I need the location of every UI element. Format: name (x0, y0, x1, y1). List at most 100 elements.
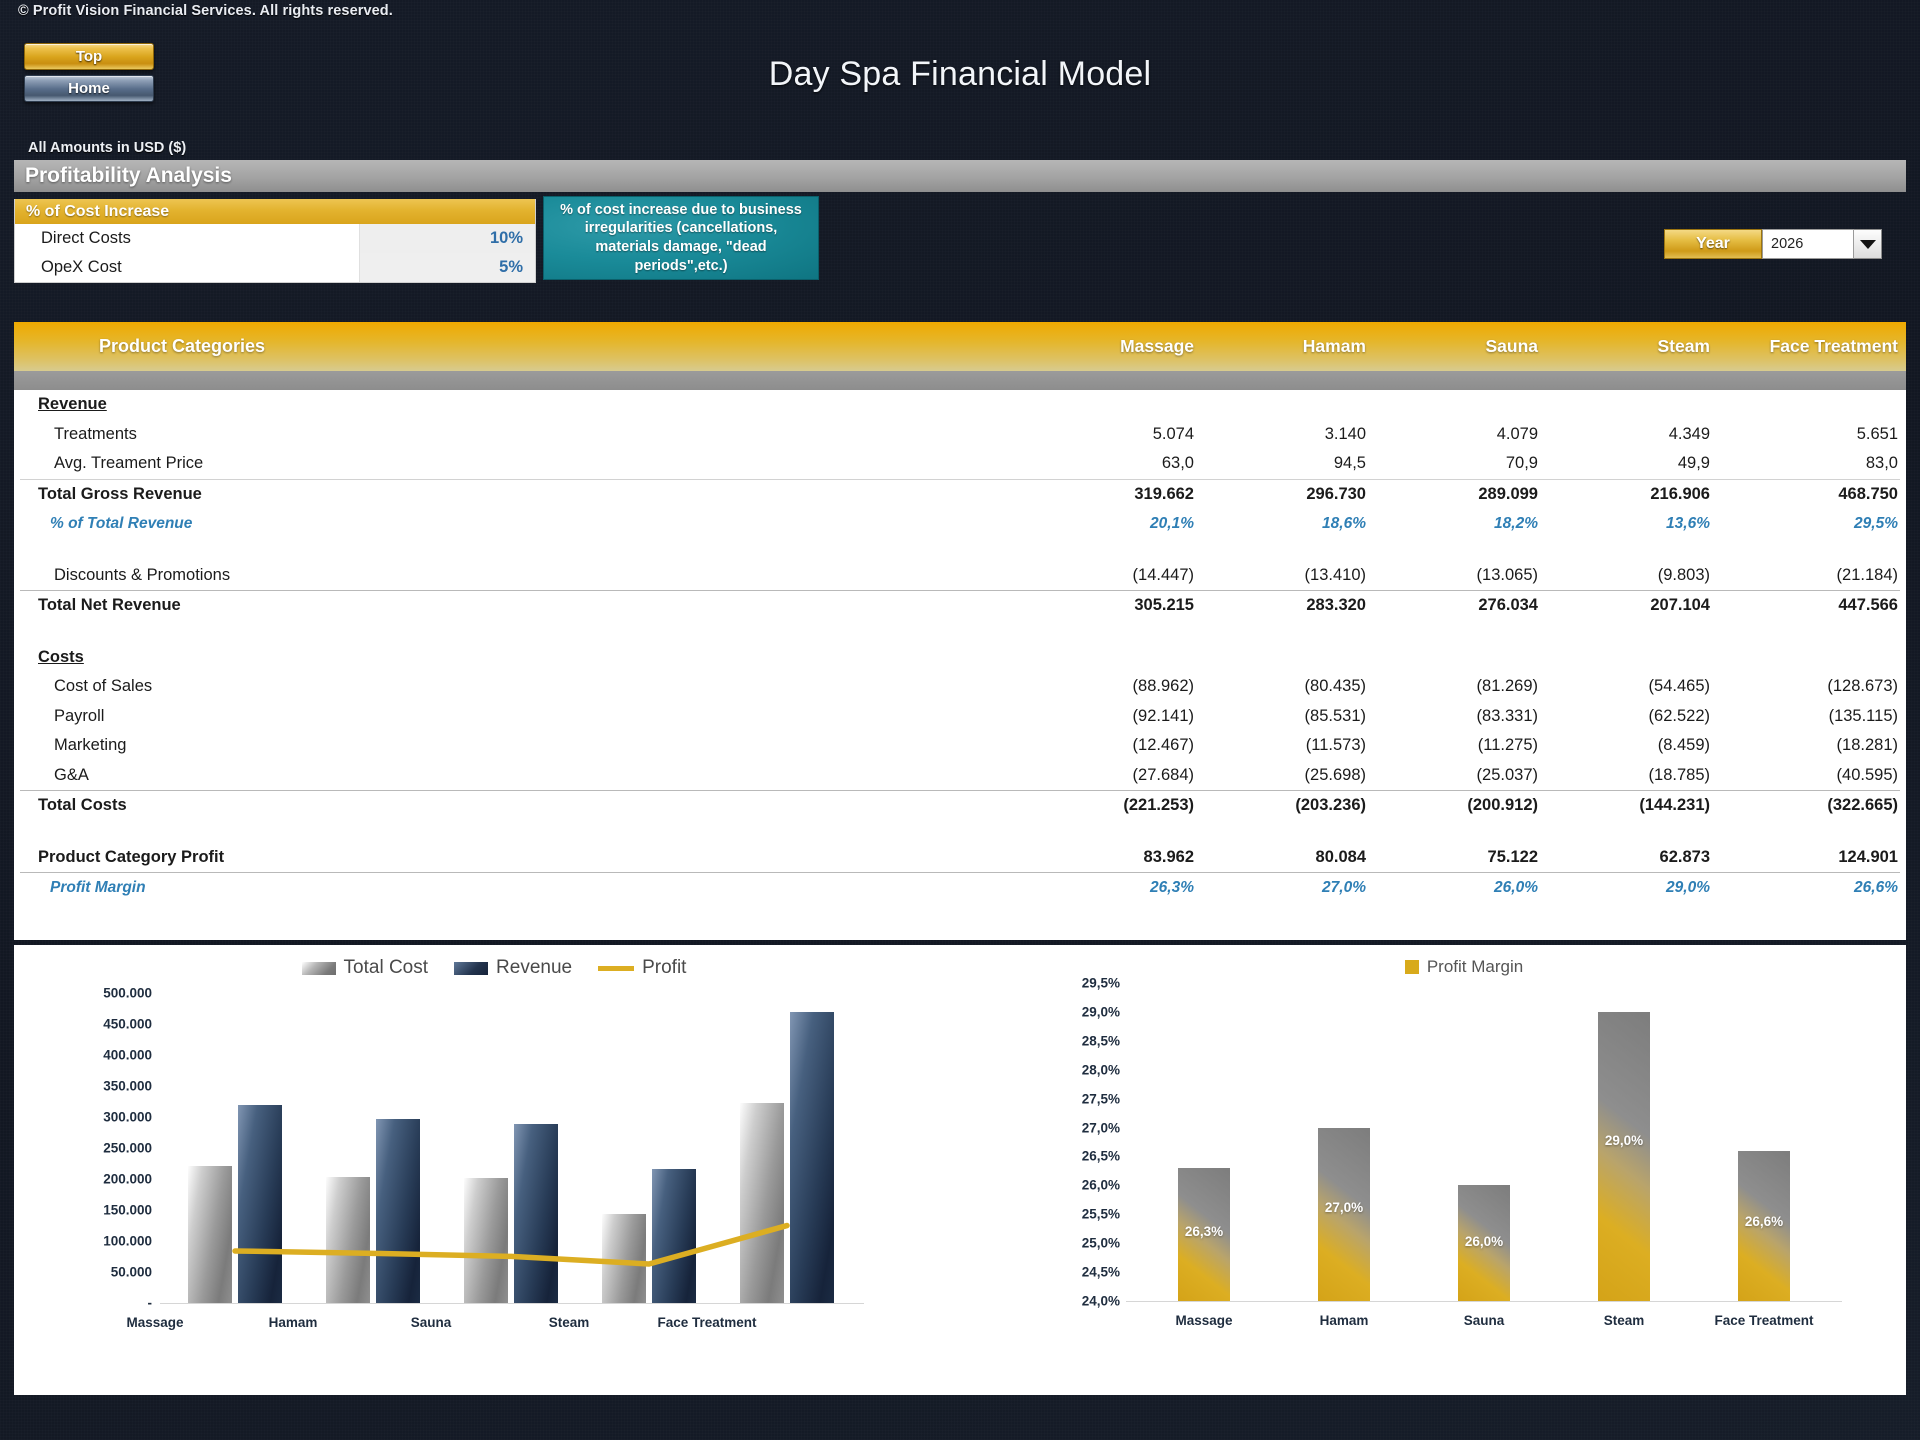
cell: 75.122 (1487, 847, 1538, 866)
row-label: Product Category Profit (38, 847, 225, 866)
table-column-headers: Massage Hamam Sauna Steam Face Treatment (1040, 336, 1906, 357)
cell: 3.140 (1324, 424, 1366, 443)
y-axis-tick-label: 29,0% (1081, 1004, 1120, 1020)
cell: 124.901 (1838, 847, 1898, 866)
column-header-hamam: Hamam (1302, 336, 1366, 356)
costs-group-title: Costs (38, 647, 84, 666)
table-row: Cost of Sales (88.962) (80.435) (81.269)… (14, 672, 1906, 702)
cell: 305.215 (1134, 596, 1194, 615)
opex-cost-input[interactable]: 5% (359, 253, 535, 282)
y-axis-tick-label: 28,0% (1081, 1062, 1120, 1078)
cell: 296.730 (1306, 484, 1366, 503)
column-header-massage: Massage (1120, 336, 1194, 356)
cell: 216.906 (1650, 484, 1710, 503)
bar-data-label: 27,0% (1324, 1200, 1364, 1216)
row-label: Payroll (54, 706, 105, 725)
cell: 13,6% (1666, 514, 1710, 532)
cell: (13.065) (1476, 565, 1538, 584)
revenue-group-title: Revenue (38, 395, 107, 414)
cell: 26,3% (1150, 878, 1194, 896)
row-label: % of Total Revenue (50, 514, 193, 532)
cell: (85.531) (1304, 706, 1366, 725)
row-label: Total Costs (38, 796, 127, 815)
row-label: Total Net Revenue (38, 596, 181, 615)
cell: 207.104 (1650, 596, 1710, 615)
copyright-notice: © Profit Vision Financial Services. All … (18, 3, 393, 19)
y-axis: 29,5% 29,0% 28,5% 28,0% 27,5% 27,0% 26,5% 26,0%… (1034, 976, 1120, 1309)
chart-baseline (1126, 1301, 1842, 1302)
cell: 5.074 (1152, 424, 1194, 443)
charts-container: Total Cost Revenue Profit 500.000 450.000… (14, 945, 1906, 1395)
cell: (21.184) (1836, 565, 1898, 584)
bar-data-label: 26,6% (1744, 1213, 1784, 1229)
profit-margin-chart: Profit Margin 29,5% 29,0% 28,5% 28,0% 27,5% 2… (1034, 945, 1894, 1395)
page-title: Day Spa Financial Model (768, 55, 1152, 93)
direct-costs-row: Direct Costs 10% (15, 224, 535, 253)
direct-costs-input[interactable]: 10% (359, 224, 535, 253)
cost-increase-header: % of Cost Increase (15, 199, 535, 224)
bar-data-label: 29,0% (1604, 1133, 1644, 1149)
cell: (92.141) (1132, 706, 1194, 725)
y-axis-tick-label: 28,5% (1081, 1033, 1120, 1049)
bar-profit-margin: 27,0% (1318, 1127, 1370, 1301)
cell: 27,0% (1322, 878, 1366, 896)
section-title: Profitability Analysis (25, 164, 232, 187)
cell: 18,6% (1322, 514, 1366, 532)
bar-data-label: 26,0% (1464, 1233, 1504, 1249)
bar-profit-margin: 26,3% (1178, 1168, 1230, 1301)
cost-increase-note-text: % of cost increase due to business irreg… (560, 201, 802, 274)
year-value[interactable]: 2026 (1762, 229, 1854, 259)
profitability-table: Revenue Treatments 5.074 3.140 4.079 4.3… (14, 390, 1906, 940)
cell: (25.037) (1476, 765, 1538, 784)
cell: (88.962) (1132, 677, 1194, 696)
x-axis-tick-label: Hamam (1319, 1313, 1369, 1328)
cell: (14.447) (1132, 565, 1194, 584)
cell: (135.115) (1828, 706, 1898, 725)
table-row: Treatments 5.074 3.140 4.079 4.349 5.651 (14, 420, 1906, 450)
table-row: G&A (27.684) (25.698) (25.037) (18.785) … (14, 761, 1906, 791)
table-row: % of Total Revenue 20,1% 18,6% 18,2% 13,… (14, 509, 1906, 539)
table-row: Avg. Treament Price 63,0 94,5 70,9 49,9 … (14, 449, 1906, 479)
row-label: Treatments (54, 424, 137, 443)
currency-note: All Amounts in USD ($) (28, 140, 187, 156)
cell: 18,2% (1494, 514, 1538, 532)
y-axis-tick-label: 29,5% (1081, 975, 1120, 991)
x-axis-tick-label: Face Treatment (1714, 1313, 1814, 1328)
cost-increase-title: % of Cost Increase (26, 202, 170, 220)
opex-cost-row: OpeX Cost 5% (15, 253, 535, 282)
profit-line-series (232, 1222, 790, 1267)
cell: (54.465) (1648, 677, 1710, 696)
chevron-down-icon[interactable] (1854, 229, 1882, 259)
cell: 29,0% (1666, 878, 1710, 896)
y-axis-tick-label: 24,0% (1081, 1293, 1120, 1309)
cell: (80.435) (1304, 677, 1366, 696)
cell: 63,0 (1161, 454, 1194, 473)
cell: 80.084 (1315, 847, 1366, 866)
cell: 94,5 (1333, 454, 1366, 473)
y-axis-tick-label: 24,5% (1081, 1264, 1120, 1280)
cell: 62.873 (1659, 847, 1710, 866)
x-axis-tick-label: Massage (1175, 1313, 1233, 1328)
cell: 468.750 (1838, 484, 1898, 503)
bar-profit-margin: 29,0% (1598, 1011, 1650, 1301)
cell: 5.651 (1856, 424, 1898, 443)
cell: 20,1% (1150, 514, 1194, 532)
section-header: Profitability Analysis (14, 160, 1906, 192)
cell: (13.410) (1304, 565, 1366, 584)
cell: 26,0% (1494, 878, 1538, 896)
table-row: Marketing (12.467) (11.573) (11.275) (8.… (14, 731, 1906, 761)
table-header: Product Categories Massage Hamam Sauna S… (14, 322, 1906, 371)
y-axis-tick-label: 26,5% (1081, 1148, 1120, 1164)
financial-model-page: © Profit Vision Financial Services. All … (0, 0, 1920, 1440)
cell: (25.698) (1304, 765, 1366, 784)
bar-profit-margin: 26,0% (1458, 1185, 1510, 1301)
cell: 289.099 (1478, 484, 1538, 503)
year-selector[interactable]: Year 2026 (1664, 229, 1882, 259)
table-row: Profit Margin 26,3% 27,0% 26,0% 29,0% 26… (14, 873, 1906, 903)
cell: (27.684) (1132, 765, 1194, 784)
y-axis-tick-label: 27,0% (1081, 1120, 1120, 1136)
cell: (12.467) (1132, 736, 1194, 755)
cell: 83.962 (1143, 847, 1194, 866)
